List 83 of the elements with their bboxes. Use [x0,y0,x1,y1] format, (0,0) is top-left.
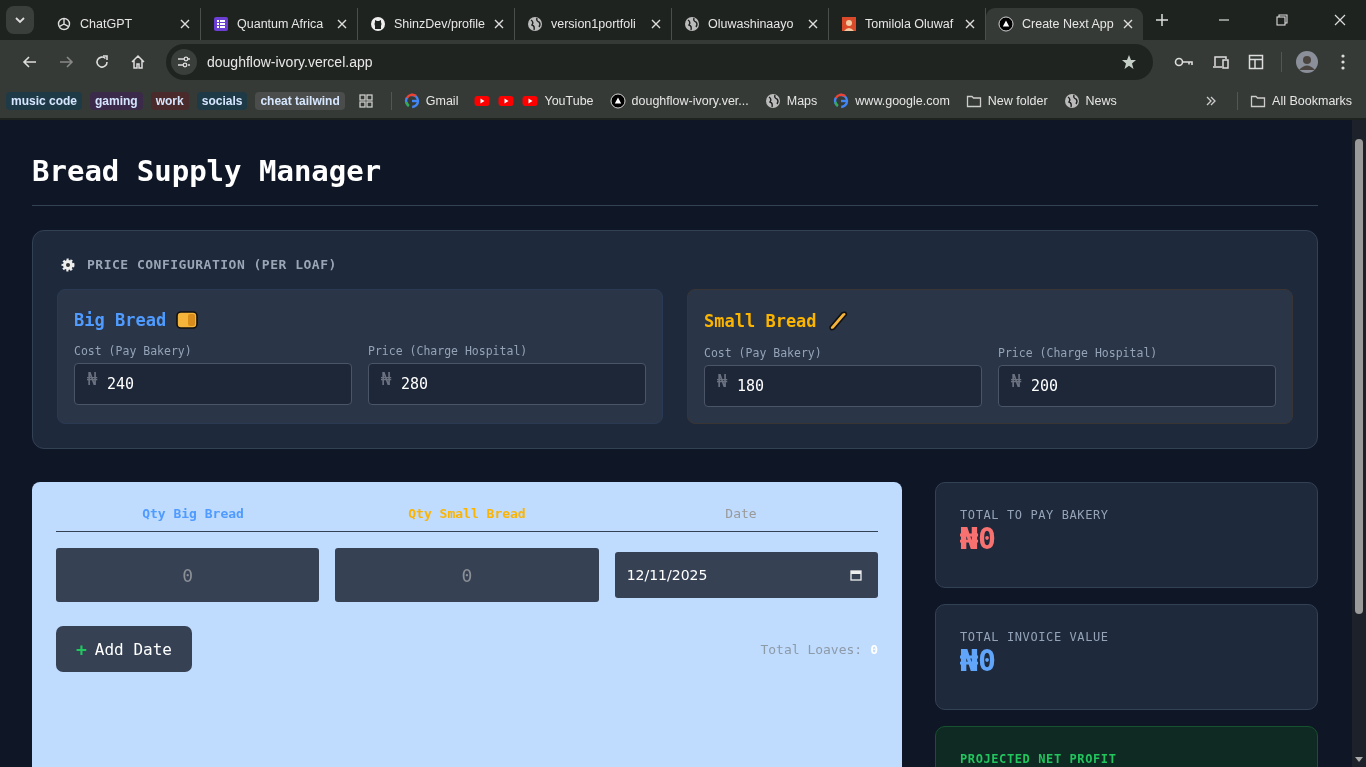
stat-label: TOTAL TO PAY BAKERY [960,508,1109,522]
currency-sign: ₦ [87,369,98,389]
bookmark-chip[interactable]: cheat tailwind [255,92,345,110]
bookmark-chip[interactable]: work [150,92,189,110]
toast-icon [176,310,199,330]
profile-avatar[interactable] [1296,51,1318,73]
total-loaves-label: Total Loaves: [760,641,863,657]
close-icon[interactable] [651,19,661,29]
quantity-input[interactable]: 0 [335,548,599,602]
close-icon[interactable] [1334,14,1346,26]
globe-icon [684,16,700,32]
address-bar[interactable]: doughflow-ivory.vercel.app [166,44,1153,80]
field-label: Cost (Pay Bakery) [74,344,193,358]
chevrons-icon[interactable] [1205,95,1218,107]
bookmark-link[interactable]: News [1063,93,1117,109]
product-name: Big Bread [74,310,167,330]
avatar-icon [841,16,857,32]
column-heading: Qty Big Bread [141,506,245,521]
stat-label: TOTAL INVOICE VALUE [960,630,1109,644]
baguette-icon [826,310,849,332]
folder-icon [1250,93,1267,109]
currency-sign: ₦ [381,369,392,389]
stat-value: ₦0 [960,522,997,556]
bookmark-link[interactable]: YouTube [522,93,594,109]
field-label: Price (Charge Hospital) [368,344,529,358]
back-arrow-icon[interactable] [22,54,38,70]
url-text[interactable]: doughflow-ivory.vercel.app [207,54,373,70]
close-icon[interactable] [494,19,504,29]
folder-icon [965,93,982,109]
apps-grid-icon[interactable] [358,94,373,108]
close-icon[interactable] [337,19,347,29]
total-loaves-value: 0 [870,641,878,657]
play-icon [522,93,539,109]
side-panel-icon[interactable] [1248,54,1264,70]
close-icon[interactable] [180,19,190,29]
field-label: Price (Charge Hospital) [998,346,1159,360]
currency-sign: ₦ [717,371,728,391]
menu-icon[interactable] [1341,54,1345,70]
calendar-icon[interactable] [850,569,862,581]
bookmark-chip[interactable]: gaming [90,92,143,110]
column-heading: Date [724,506,758,521]
home-icon[interactable] [130,54,146,70]
new-tab-icon[interactable] [1155,13,1169,27]
star-icon[interactable] [1121,54,1137,70]
quantity-input[interactable]: 0 [56,548,320,602]
devices-icon[interactable] [1212,54,1230,70]
bookmark-chip[interactable]: music code [6,92,83,110]
close-icon[interactable] [1123,19,1133,29]
close-icon[interactable] [808,19,818,29]
page-title: Bread Supply Manager [32,154,383,188]
globe-icon [1063,93,1080,109]
all-bookmarks-link[interactable]: All Bookmarks [1250,93,1352,109]
play-icon [474,93,491,109]
play-icon [498,93,515,109]
tab-search-button[interactable] [6,6,34,34]
reload-icon[interactable] [94,54,110,70]
add-date-button[interactable]: + Add Date [56,626,192,672]
forward-arrow-icon[interactable] [58,54,74,70]
currency-sign: ₦ [1011,371,1022,391]
bookmark-link[interactable]: Gmail [403,93,459,109]
bookmark-chip[interactable]: socials [196,92,248,110]
bookmark-link[interactable]: Maps [764,93,818,109]
site-settings-icon[interactable] [171,49,197,75]
globe-icon [527,16,543,32]
browser-tab[interactable]: Create Next App [986,8,1143,40]
stat-label: PROJECTED NET PROFIT [960,752,1117,766]
restore-icon[interactable] [1276,14,1288,26]
close-icon[interactable] [965,19,975,29]
google-g-icon [833,93,850,109]
list-icon [213,16,229,32]
google-g-icon [403,93,420,109]
scrollbar[interactable] [1352,120,1366,767]
gear-icon [61,257,75,272]
bookmark-link[interactable]: doughflow-ivory.ver... [609,93,749,109]
product-name: Small Bread [704,311,817,331]
column-heading: Qty Small Bread [407,506,527,521]
globe-icon [764,93,781,109]
field-label: Cost (Pay Bakery) [704,346,823,360]
bookmark-link[interactable]: New folder [965,93,1048,109]
date-input[interactable]: 12/11/2025 [614,552,878,598]
stat-value: ₦0 [960,644,997,678]
section-heading: PRICE CONFIGURATION (PER LOAF) [87,257,337,272]
bookmark-link[interactable]: www.google.com [833,93,950,109]
